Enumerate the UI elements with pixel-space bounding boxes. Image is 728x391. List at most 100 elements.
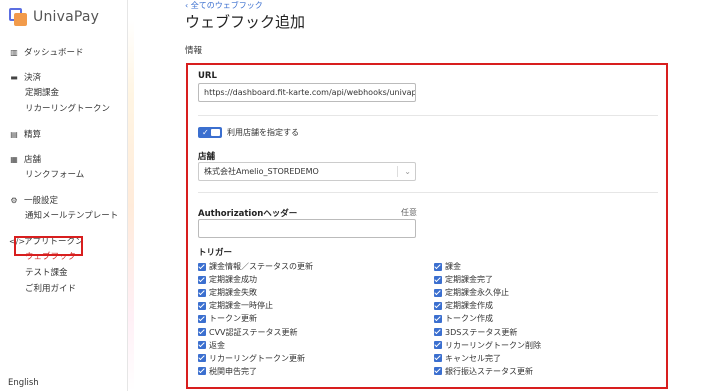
- checkbox-checked-icon[interactable]: [198, 328, 206, 336]
- trigger-checkbox[interactable]: 定期課金永久停止: [434, 287, 509, 298]
- checkbox-checked-icon[interactable]: [434, 275, 442, 284]
- nav-group-stores: ▦ 店舗 リンクフォーム: [0, 151, 128, 183]
- divider: [198, 115, 658, 116]
- checkbox-checked-icon[interactable]: [198, 367, 206, 376]
- auth-header-label: Authorizationヘッダー: [198, 209, 298, 219]
- nav-group-settings: ⚙ 一般設定 通知メールテンプレート: [0, 192, 128, 224]
- sidebar-item-stores[interactable]: ▦ 店舗: [0, 151, 128, 167]
- store-select[interactable]: 株式会社Amelio_STOREDEMO ⌄: [198, 162, 416, 181]
- store-toggle[interactable]: ✓: [198, 127, 222, 138]
- checkbox-checked-icon[interactable]: [198, 354, 206, 363]
- checkbox-checked-icon[interactable]: [434, 288, 442, 297]
- nav-group-payments: ▬ 決済 定期課金 リカーリングトークン: [0, 69, 128, 117]
- gear-icon: ⚙: [10, 195, 18, 205]
- trigger-label: 税関申告完了: [209, 366, 257, 376]
- sidebar-item-general-settings[interactable]: ⚙ 一般設定: [0, 192, 128, 208]
- store-select-value: 株式会社Amelio_STOREDEMO: [204, 167, 319, 176]
- checkbox-checked-icon[interactable]: [434, 301, 442, 310]
- sidebar-item-usage-guide[interactable]: ご利用ガイド: [0, 281, 128, 297]
- ledger-icon: ▤: [10, 129, 18, 139]
- page-divider: [128, 20, 134, 391]
- trigger-label: 定期課金失敗: [209, 288, 257, 298]
- trigger-label: キャンセル完了: [445, 353, 501, 363]
- trigger-label: 3DSステータス更新: [445, 327, 518, 337]
- store-label: 店舗: [198, 152, 216, 162]
- breadcrumb[interactable]: ‹ 全てのウェブフック: [185, 0, 263, 11]
- trigger-checkbox[interactable]: 定期課金完了: [434, 274, 493, 285]
- checkbox-checked-icon[interactable]: [198, 262, 206, 271]
- sidebar-item-email-templates[interactable]: 通知メールテンプレート: [0, 208, 128, 224]
- section-label: 情報: [185, 46, 203, 56]
- sidebar-nav: ▥ ダッシュボード ▬ 決済 定期課金 リカーリングトークン ▤ 精算 ▦ 店舗…: [0, 44, 128, 306]
- trigger-checkbox[interactable]: CVV認証ステータス更新: [198, 327, 298, 338]
- trigger-checkbox[interactable]: トークン更新: [198, 313, 257, 324]
- language-selector[interactable]: English: [8, 378, 39, 388]
- sidebar-item-dashboard[interactable]: ▥ ダッシュボード: [0, 44, 128, 60]
- trigger-label: CVV認証ステータス更新: [209, 327, 298, 337]
- check-icon: ✓: [202, 128, 209, 137]
- trigger-checkbox[interactable]: 定期課金一時停止: [198, 300, 273, 311]
- trigger-label: 定期課金一時停止: [209, 301, 273, 311]
- trigger-checkbox[interactable]: 定期課金失敗: [198, 287, 257, 298]
- brand-name: UnivaPay: [33, 9, 100, 25]
- sidebar-item-recurring-tokens[interactable]: リカーリングトークン: [0, 101, 128, 117]
- sidebar-item-settlement[interactable]: ▤ 精算: [0, 126, 128, 142]
- brand[interactable]: UnivaPay: [9, 7, 99, 27]
- checkbox-checked-icon[interactable]: [434, 328, 442, 336]
- trigger-checkbox[interactable]: 銀行振込ステータス更新: [434, 366, 533, 377]
- trigger-label: 定期課金成功: [209, 275, 257, 285]
- trigger-checkbox[interactable]: キャンセル完了: [434, 353, 501, 364]
- sidebar-item-test-charge[interactable]: テスト課金: [0, 265, 128, 281]
- trigger-checkbox[interactable]: 定期課金作成: [434, 300, 493, 311]
- url-label: URL: [198, 71, 217, 81]
- checkbox-checked-icon[interactable]: [198, 288, 206, 297]
- sidebar-item-label: 店舗: [24, 155, 42, 165]
- toggle-label: 利用店舗を指定する: [227, 128, 299, 137]
- checkbox-checked-icon[interactable]: [434, 367, 442, 376]
- card-icon: ▬: [10, 72, 18, 82]
- checkbox-checked-icon[interactable]: [434, 262, 442, 271]
- checkbox-checked-icon[interactable]: [198, 275, 206, 284]
- trigger-label: リカーリングトークン削除: [445, 340, 541, 350]
- trigger-checkbox[interactable]: 3DSステータス更新: [434, 327, 517, 338]
- trigger-label: 課金情報／ステータスの更新: [209, 262, 313, 271]
- trigger-checkbox[interactable]: 課金情報／ステータスの更新: [198, 261, 313, 272]
- optional-label: 任意: [401, 208, 417, 217]
- trigger-checkbox[interactable]: 返金: [198, 340, 225, 351]
- trigger-label: トリガー: [198, 248, 233, 258]
- trigger-checkbox[interactable]: リカーリングトークン更新: [198, 353, 305, 364]
- trigger-label: 定期課金完了: [445, 275, 493, 285]
- trigger-checkbox[interactable]: リカーリングトークン削除: [434, 340, 541, 351]
- sidebar-item-label: 精算: [24, 130, 42, 140]
- checkbox-checked-icon[interactable]: [434, 354, 442, 363]
- trigger-label: 課金: [445, 262, 461, 271]
- checkbox-checked-icon[interactable]: [198, 314, 206, 323]
- page-title: ウェブフック追加: [185, 13, 306, 31]
- store-toggle-row[interactable]: ✓ 利用店舗を指定する: [198, 127, 299, 138]
- sidebar-item-link-form[interactable]: リンクフォーム: [0, 167, 128, 183]
- trigger-checkbox[interactable]: 定期課金成功: [198, 274, 257, 285]
- store-icon: ▦: [10, 154, 18, 164]
- url-input[interactable]: https://dashboard.fit-karte.com/api/webh…: [198, 83, 416, 102]
- checkbox-checked-icon[interactable]: [434, 341, 442, 350]
- sidebar-item-label: 決済: [24, 73, 42, 83]
- sidebar: UnivaPay ▥ ダッシュボード ▬ 決済 定期課金 リカーリングトークン …: [0, 0, 128, 391]
- nav-group-settlement: ▤ 精算: [0, 126, 128, 142]
- chart-icon: ▥: [10, 47, 18, 57]
- auth-header-input[interactable]: [198, 219, 416, 238]
- sidebar-item-subscriptions[interactable]: 定期課金: [0, 85, 128, 101]
- trigger-checkbox[interactable]: トークン作成: [434, 313, 493, 324]
- trigger-checkbox[interactable]: 税関申告完了: [198, 366, 257, 377]
- sidebar-item-payments[interactable]: ▬ 決済: [0, 69, 128, 85]
- sidebar-item-label: 一般設定: [24, 196, 59, 206]
- trigger-label: 銀行振込ステータス更新: [445, 366, 533, 376]
- trigger-label: トークン作成: [445, 314, 493, 324]
- divider: [198, 192, 658, 193]
- checkbox-checked-icon[interactable]: [198, 341, 206, 350]
- trigger-checkbox[interactable]: 課金: [434, 261, 461, 272]
- trigger-label: 定期課金作成: [445, 301, 493, 311]
- sidebar-item-label: ダッシュボード: [24, 48, 84, 58]
- trigger-label: リカーリングトークン更新: [209, 353, 305, 363]
- checkbox-checked-icon[interactable]: [198, 301, 206, 310]
- checkbox-checked-icon[interactable]: [434, 314, 442, 323]
